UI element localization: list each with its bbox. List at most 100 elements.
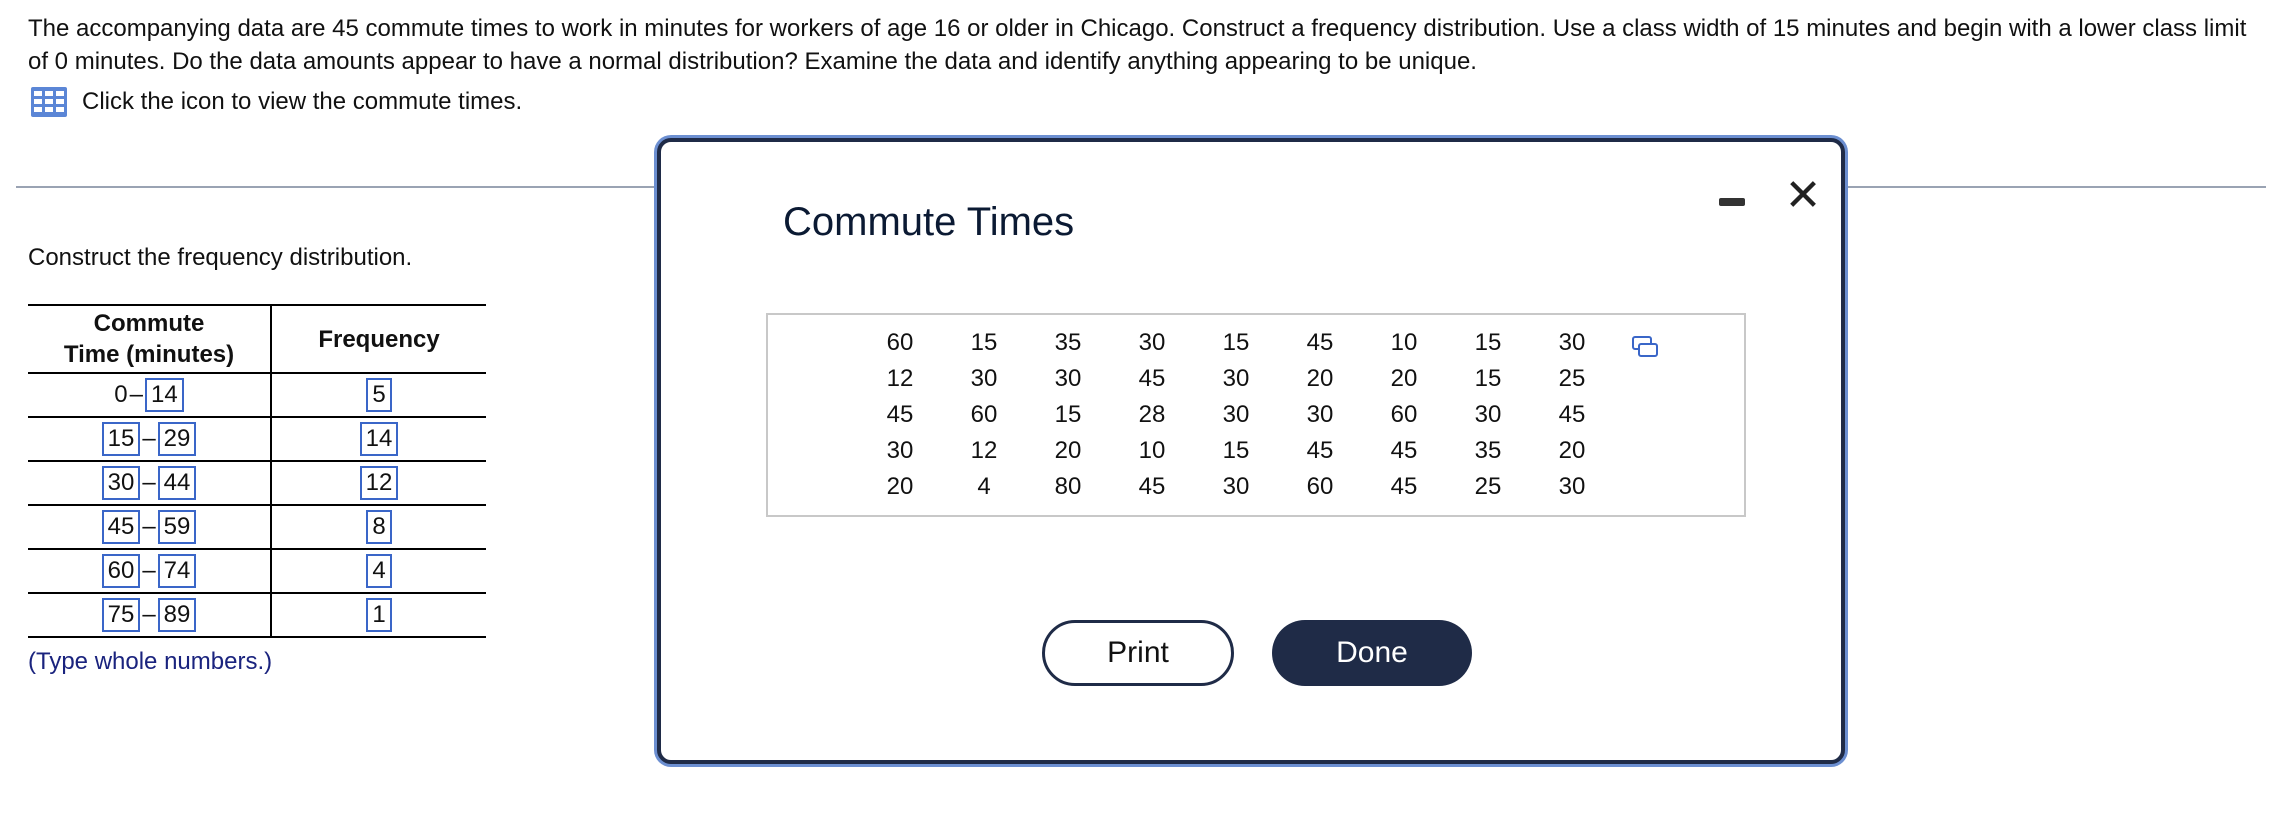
class-limits: 15–29 — [28, 417, 272, 462]
table-row: 30–44 12 — [28, 461, 486, 506]
table-row: 75–89 1 — [28, 593, 486, 638]
frequency-cell: 1 — [271, 593, 486, 638]
data-value: 60 — [1390, 401, 1418, 428]
frequency-input[interactable]: 4 — [366, 554, 392, 588]
header-commute-time: Commute Time (minutes) — [28, 304, 272, 374]
header-commute-line1: Commute — [93, 310, 205, 337]
frequency-input[interactable]: 14 — [359, 422, 399, 456]
class-limits: 45–59 — [28, 505, 272, 550]
question-text: The accompanying data are 45 commute tim… — [28, 15, 2247, 75]
minimize-icon[interactable] — [1719, 198, 1745, 206]
class-limits: 60–74 — [28, 549, 272, 594]
view-data-row[interactable]: Click the icon to view the commute times… — [30, 84, 522, 120]
lower-limit-input[interactable]: 60 — [101, 554, 141, 588]
data-value: 30 — [1474, 401, 1502, 428]
frequency-cell: 12 — [271, 461, 486, 506]
upper-limit-input[interactable]: 44 — [157, 466, 197, 500]
data-value: 60 — [970, 401, 998, 428]
data-value: 45 — [1306, 437, 1334, 464]
data-value: 15 — [1054, 401, 1082, 428]
data-value: 25 — [1474, 473, 1502, 500]
data-value: 35 — [1474, 437, 1502, 464]
data-value: 20 — [886, 473, 914, 500]
table-row: 45–59 8 — [28, 505, 486, 550]
frequency-input[interactable]: 5 — [366, 378, 392, 412]
lower-limit-static: 0 — [114, 381, 128, 408]
upper-limit-input[interactable]: 89 — [157, 598, 197, 632]
data-value: 12 — [886, 365, 914, 392]
data-table-box: 60 15 35 30 15 45 10 15 30 12 30 30 45 30 20 20 15 25 45 60… — [766, 313, 1746, 517]
data-value: 15 — [1474, 365, 1502, 392]
class-limits: 75–89 — [28, 593, 272, 638]
copy-icon[interactable] — [1631, 335, 1659, 359]
frequency-input[interactable]: 8 — [366, 510, 392, 544]
frequency-cell: 8 — [271, 505, 486, 550]
frequency-cell: 14 — [271, 417, 486, 462]
data-value: 45 — [1138, 473, 1166, 500]
data-value: 30 — [1222, 473, 1250, 500]
modal-title: Commute Times — [783, 200, 1075, 244]
data-value: 30 — [1222, 365, 1250, 392]
data-value: 45 — [1138, 365, 1166, 392]
data-value: 12 — [970, 437, 998, 464]
data-value: 20 — [1390, 365, 1418, 392]
data-value: 30 — [886, 437, 914, 464]
frequency-input[interactable]: 12 — [359, 466, 399, 500]
frequency-table: Commute Time (minutes) Frequency 0– 14 5 … — [28, 304, 486, 638]
class-limits: 30–44 — [28, 461, 272, 506]
dash: – — [142, 601, 156, 628]
print-button[interactable]: Print — [1042, 620, 1234, 686]
dash: – — [142, 469, 156, 496]
data-value: 15 — [970, 329, 998, 356]
close-icon[interactable]: ✕ — [1783, 174, 1823, 218]
done-button[interactable]: Done — [1272, 620, 1472, 686]
data-value: 4 — [977, 473, 991, 500]
dash: – — [142, 425, 156, 452]
lower-limit-input[interactable]: 30 — [101, 466, 141, 500]
prompt-text: Construct the frequency distribution. — [28, 244, 413, 271]
data-value: 80 — [1054, 473, 1082, 500]
lower-limit-input[interactable]: 75 — [101, 598, 141, 632]
data-value: 45 — [1390, 437, 1418, 464]
commute-times-modal: Commute Times ✕ 60 15 35 30 15 45 10 15 30 12 30 30… — [657, 138, 1845, 764]
hint-text: (Type whole numbers.) — [28, 648, 273, 675]
data-value: 15 — [1222, 437, 1250, 464]
table-row: 15–29 14 — [28, 417, 486, 462]
table-row: 60–74 4 — [28, 549, 486, 594]
data-value: 45 — [1558, 401, 1586, 428]
table-row: 0– 14 5 — [28, 373, 486, 418]
table-grid-icon[interactable] — [30, 86, 68, 118]
data-value: 15 — [1222, 329, 1250, 356]
table-header-row: Commute Time (minutes) Frequency — [28, 304, 486, 374]
view-data-link[interactable]: Click the icon to view the commute times… — [82, 88, 522, 116]
data-value: 30 — [1138, 329, 1166, 356]
data-value: 45 — [1390, 473, 1418, 500]
lower-limit-input[interactable]: 15 — [101, 422, 141, 456]
data-value: 30 — [1558, 473, 1586, 500]
data-value: 30 — [1054, 365, 1082, 392]
lower-limit-input[interactable]: 45 — [101, 510, 141, 544]
header-commute-line2: Time (minutes) — [63, 341, 235, 368]
data-value: 25 — [1558, 365, 1586, 392]
data-value: 30 — [1306, 401, 1334, 428]
data-value: 45 — [1306, 329, 1334, 356]
data-value: 20 — [1054, 437, 1082, 464]
data-value: 30 — [970, 365, 998, 392]
frequency-cell: 5 — [271, 373, 486, 418]
upper-limit-input[interactable]: 74 — [157, 554, 197, 588]
data-value: 30 — [1558, 329, 1586, 356]
data-value: 30 — [1222, 401, 1250, 428]
upper-limit-input[interactable]: 29 — [157, 422, 197, 456]
frequency-input[interactable]: 1 — [366, 598, 392, 632]
dash: – — [129, 381, 143, 408]
upper-limit-input[interactable]: 14 — [145, 378, 184, 412]
data-value: 45 — [886, 401, 914, 428]
upper-limit-input[interactable]: 59 — [157, 510, 197, 544]
data-grid: 60 15 35 30 15 45 10 15 30 12 30 30 45 30 20 20 15 25 45 60… — [858, 325, 1614, 505]
data-value: 20 — [1558, 437, 1586, 464]
class-limits: 0– 14 — [28, 373, 272, 418]
header-frequency: Frequency — [271, 304, 486, 374]
frequency-cell: 4 — [271, 549, 486, 594]
data-value: 10 — [1390, 329, 1418, 356]
data-value: 28 — [1138, 401, 1166, 428]
